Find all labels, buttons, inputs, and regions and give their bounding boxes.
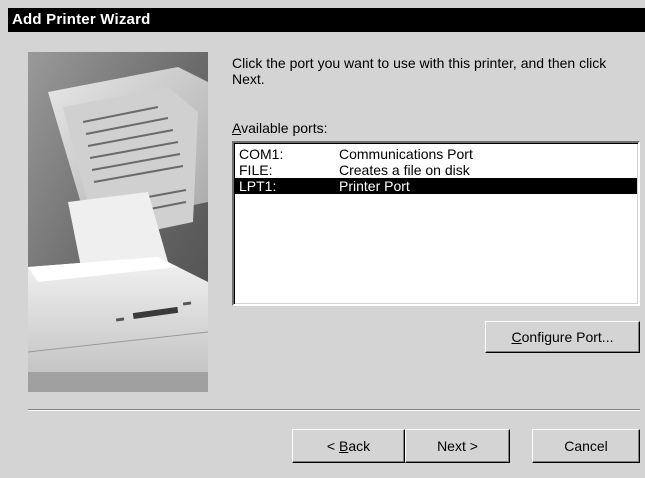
ports-label-text: vailable ports: (241, 120, 328, 136)
ports-label-mnemonic: A (232, 120, 242, 136)
instructions-text: Click the port you want to use with this… (232, 55, 607, 87)
available-ports-label: Available ports: (232, 120, 327, 136)
port-description: Communications Port (339, 146, 473, 162)
port-name: LPT1: (239, 178, 277, 194)
port-name: FILE: (239, 162, 273, 178)
back-button-prefix: < (326, 438, 339, 454)
port-name: COM1: (239, 146, 284, 162)
port-list-item[interactable]: LPT1: Printer Port (235, 178, 637, 194)
port-description: Creates a file on disk (339, 162, 470, 178)
configure-button-mnemonic: C (511, 329, 522, 345)
next-button[interactable]: Next > (405, 429, 510, 463)
add-printer-wizard-window: Add Printer Wizard Click the port you wa… (0, 0, 645, 478)
port-list-item[interactable]: COM1: Communications Port (235, 146, 637, 162)
printer-illustration (28, 52, 208, 392)
port-description: Printer Port (339, 178, 410, 194)
cancel-button[interactable]: Cancel (532, 429, 640, 463)
configure-port-button[interactable]: Configure Port... (485, 321, 640, 353)
back-button-mnemonic: B (338, 438, 349, 454)
port-list-item[interactable]: FILE: Creates a file on disk (235, 162, 637, 178)
separator-line (28, 409, 640, 411)
configure-button-label: onfigure Port... (521, 329, 614, 345)
title-bar[interactable]: Add Printer Wizard (8, 8, 645, 32)
available-ports-listbox[interactable]: COM1: Communications Port FILE: Creates a f… (232, 141, 640, 306)
back-button[interactable]: < Back (292, 429, 405, 463)
back-button-label: ack (348, 438, 371, 454)
